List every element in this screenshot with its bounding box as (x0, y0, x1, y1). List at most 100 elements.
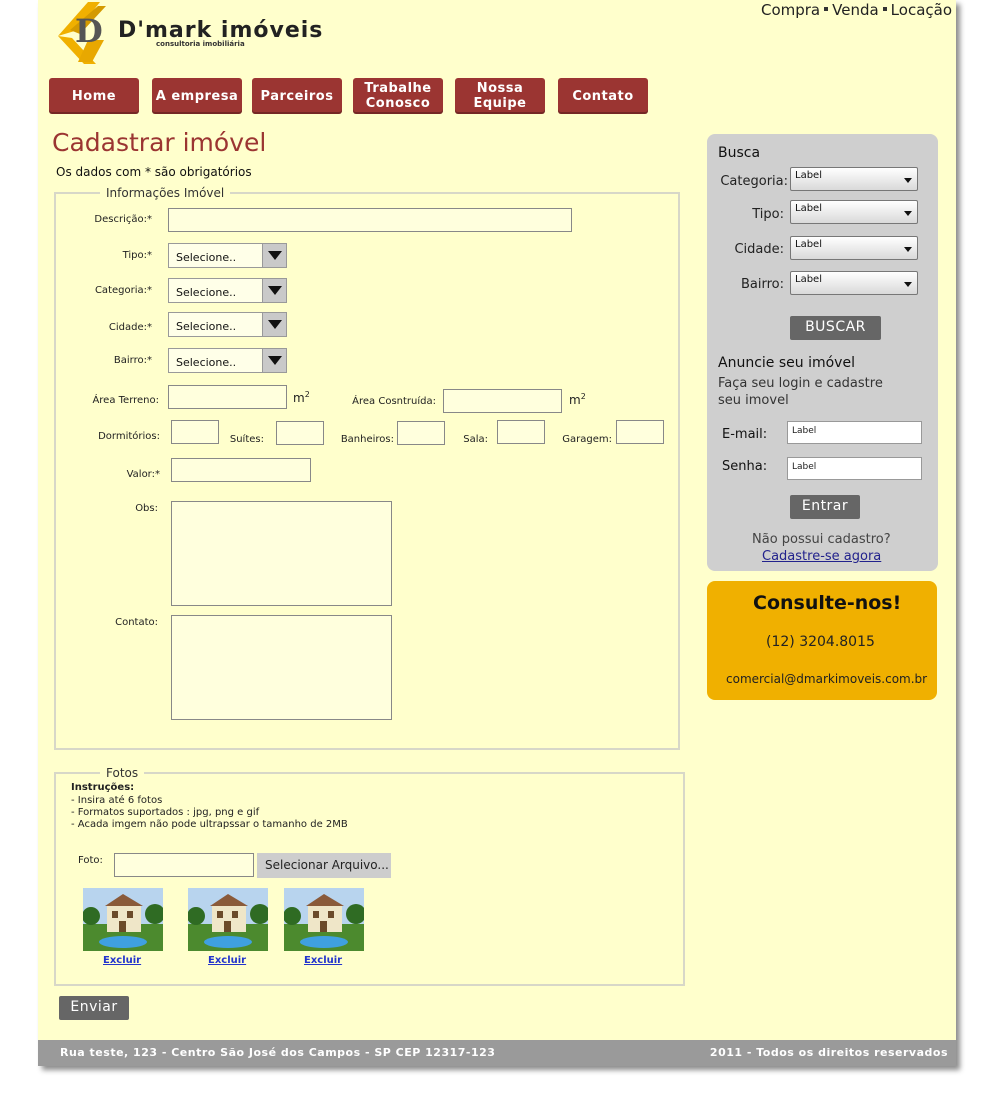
suites-input[interactable] (276, 421, 324, 445)
bairro-select[interactable]: Selecione.. (168, 348, 287, 373)
no-account-text: Não possui cadastro? (752, 532, 891, 547)
top-link-locacao[interactable]: Locação (891, 1, 952, 19)
dormitorios-input[interactable] (171, 420, 219, 444)
descricao-input[interactable] (168, 208, 572, 232)
search-tipo-select[interactable]: Label (790, 200, 918, 224)
contact-email[interactable]: comercial@dmarkimoveis.com.br (726, 672, 927, 686)
area-terreno-unit-sup: 2 (304, 390, 310, 399)
dropdown-arrow-icon (262, 313, 286, 336)
bairro-label: Bairro:* (113, 355, 152, 366)
square-bullet-icon (882, 7, 887, 11)
nav-home[interactable]: Home (49, 78, 139, 114)
select-file-button[interactable]: Selecionar Arquivo... (257, 853, 391, 878)
nav-contato[interactable]: Contato (558, 78, 648, 114)
nav-nossa-equipe[interactable]: Nossa Equipe (455, 78, 545, 114)
svg-text:D: D (75, 12, 103, 50)
obs-textarea[interactable] (171, 501, 392, 606)
email-field[interactable]: Label (787, 421, 922, 444)
property-photo (83, 888, 163, 951)
nav-parceiros[interactable]: Parceiros (252, 78, 342, 114)
nav-trabalhe-conosco-label: Trabalhe Conosco (364, 81, 432, 111)
descricao-label: Descrição:* (94, 214, 152, 225)
password-field[interactable]: Label (787, 457, 922, 480)
top-link-venda[interactable]: Venda (832, 1, 879, 19)
search-bairro-select[interactable]: Label (790, 271, 918, 295)
valor-label: Valor:* (126, 469, 160, 480)
banheiros-label: Banheiros: (340, 434, 394, 445)
instructions-title: Instruções: (71, 782, 135, 793)
footer-copyright: 2011 - Todos os direitos reservados (709, 1046, 948, 1059)
sala-input[interactable] (497, 420, 545, 444)
instruction-item: - Insira até 6 fotos (71, 795, 163, 806)
area-terreno-unit-base: m (293, 391, 305, 405)
top-link-compra[interactable]: Compra (761, 1, 820, 19)
advertise-title: Anuncie seu imóvel (718, 355, 855, 371)
cidade-select[interactable]: Selecione.. (168, 312, 287, 337)
nav-nossa-equipe-label: Nossa Equipe (473, 81, 527, 111)
garagem-label: Garagem: (562, 434, 612, 445)
categoria-select[interactable]: Selecione.. (168, 278, 287, 303)
delete-photo-link[interactable]: Excluir (208, 955, 246, 966)
categoria-label: Categoria:* (94, 285, 152, 296)
footer-address: Rua teste, 123 - Centro São José dos Cam… (60, 1046, 496, 1059)
email-label: E-mail: (722, 427, 768, 442)
banheiros-input[interactable] (397, 421, 445, 445)
area-construida-unit-sup: 2 (580, 392, 586, 401)
photos-legend: Fotos (106, 766, 139, 780)
dormitorios-label: Dormitórios: (98, 431, 160, 442)
obs-label: Obs: (135, 503, 158, 514)
contato-textarea[interactable] (171, 615, 392, 720)
categoria-select-value: Selecione.. (176, 286, 237, 299)
area-construida-unit-base: m (569, 393, 581, 407)
garagem-input[interactable] (616, 420, 664, 444)
search-title: Busca (718, 145, 761, 161)
area-terreno-unit: m2 (293, 390, 310, 405)
top-links: Compra Venda Locação (761, 1, 952, 19)
area-terreno-input[interactable] (168, 385, 287, 409)
contact-phone: (12) 3204.8015 (766, 634, 875, 650)
search-categoria-label: Categoria: (720, 174, 788, 189)
page: D D'mark imóveis consultoria imobiliária… (38, 0, 956, 1066)
search-button[interactable]: BUSCAR (790, 316, 881, 340)
tipo-label: Tipo:* (122, 250, 152, 261)
search-bairro-label: Bairro: (740, 277, 784, 292)
tipo-select[interactable]: Selecione.. (168, 243, 287, 268)
contato-label: Contato: (115, 617, 158, 628)
dropdown-arrow-icon (262, 279, 286, 302)
foto-file-input[interactable] (114, 853, 254, 877)
instruction-item: - Acada imgem não pode ultrapssar o tama… (71, 819, 348, 830)
login-button[interactable]: Entrar (790, 495, 860, 519)
property-info-legend: Informações Imóvel (106, 186, 225, 200)
suites-label: Suítes: (229, 434, 264, 445)
search-categoria-select[interactable]: Label (790, 167, 918, 191)
password-label: Senha: (722, 459, 768, 474)
page-title: Cadastrar imóvel (52, 128, 267, 157)
area-construida-input[interactable] (443, 389, 562, 413)
search-cidade-label: Cidade: (734, 242, 784, 257)
foto-label: Foto: (78, 855, 103, 866)
property-photo (284, 888, 364, 951)
footer: Rua teste, 123 - Centro São José dos Cam… (38, 1040, 956, 1066)
nav-a-empresa[interactable]: A empresa (152, 78, 242, 114)
instruction-item: - Formatos suportados : jpg, png e gif (71, 807, 260, 818)
cidade-select-value: Selecione.. (176, 320, 237, 333)
submit-button[interactable]: Enviar (59, 996, 129, 1020)
advertise-text: seu imovel (718, 393, 789, 408)
advertise-text: Faça seu login e cadastre (718, 376, 883, 391)
cidade-label: Cidade:* (108, 322, 152, 333)
tipo-select-value: Selecione.. (176, 251, 237, 264)
search-tipo-label: Tipo: (752, 207, 784, 222)
logo-subtitle: consultoria imobiliária (156, 40, 245, 48)
dropdown-arrow-icon (262, 244, 286, 267)
search-cidade-select[interactable]: Label (790, 236, 918, 260)
sala-label: Sala: (463, 434, 488, 445)
bairro-select-value: Selecione.. (176, 356, 237, 369)
delete-photo-link[interactable]: Excluir (304, 955, 342, 966)
valor-input[interactable] (171, 458, 311, 482)
register-link[interactable]: Cadastre-se agora (762, 549, 881, 564)
property-photo (188, 888, 268, 951)
logo-icon[interactable]: D (48, 0, 118, 72)
nav-trabalhe-conosco[interactable]: Trabalhe Conosco (353, 78, 443, 114)
required-note: Os dados com * são obrigatórios (56, 165, 252, 179)
delete-photo-link[interactable]: Excluir (103, 955, 141, 966)
